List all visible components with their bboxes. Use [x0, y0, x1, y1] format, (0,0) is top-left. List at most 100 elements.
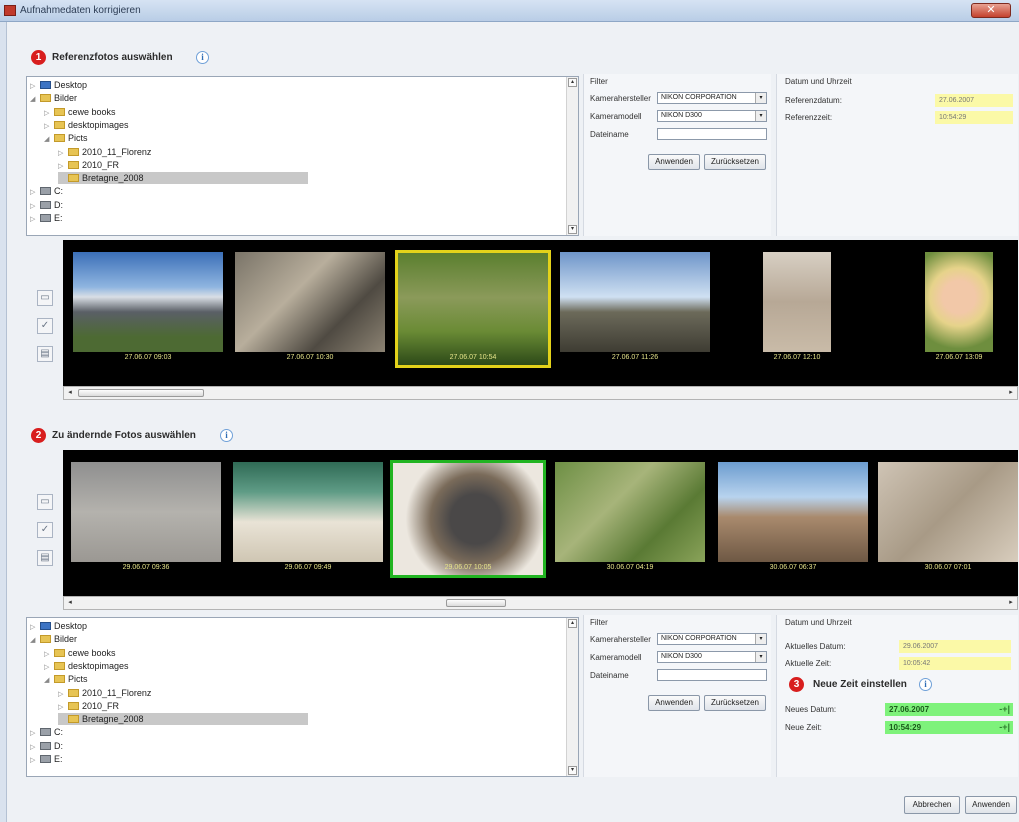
tree-item[interactable]: ◢ Bilder [30, 92, 77, 104]
expander-icon[interactable]: ▷ [44, 108, 54, 120]
dropdown-arrow-icon[interactable]: ▾ [755, 111, 766, 121]
tree-item[interactable]: ▷ D: [30, 199, 63, 211]
expander-icon[interactable]: ▷ [44, 121, 54, 133]
camera-maker-select[interactable]: NIKON CORPORATION ▾ [657, 633, 767, 645]
tree-item[interactable]: ◢ Bilder [30, 633, 77, 645]
info-icon[interactable]: i [919, 678, 932, 691]
tree-item[interactable]: ▷ E: [30, 212, 63, 224]
expander-icon[interactable]: ▷ [30, 214, 40, 226]
document-tool-icon[interactable]: ▤ [37, 346, 53, 362]
coast-photo[interactable] [560, 252, 710, 352]
tree-item[interactable]: Bretagne_2008 [58, 713, 308, 726]
document-tool-icon[interactable]: ▤ [37, 550, 53, 566]
expander-icon[interactable]: ◢ [30, 94, 40, 106]
expander-icon[interactable]: ▷ [30, 728, 40, 740]
tree-item[interactable]: ▷ C: [30, 726, 63, 738]
scroll-down-icon[interactable]: ▾ [568, 225, 577, 234]
tree-item[interactable]: ▷ 2010_FR [58, 700, 119, 712]
expander-icon[interactable]: ▷ [30, 81, 40, 93]
expander-icon[interactable]: ◢ [44, 134, 54, 146]
tree-item[interactable]: ▷ Desktop [30, 620, 87, 632]
folder-tool-icon[interactable]: ▭ [37, 290, 53, 306]
folder-tool-icon[interactable]: ▭ [37, 494, 53, 510]
girl-beach-photo[interactable] [763, 252, 831, 352]
expander-icon[interactable]: ◢ [44, 675, 54, 687]
expander-icon[interactable]: ▷ [30, 755, 40, 767]
expander-icon[interactable]: ▷ [58, 161, 68, 173]
camera-maker-select[interactable]: NIKON CORPORATION ▾ [657, 92, 767, 104]
new-time-input[interactable]: 10:54:29 -+| [885, 721, 1013, 734]
tree-item[interactable]: ◢ Picts [44, 132, 88, 144]
cancel-button[interactable]: Abbrechen [904, 796, 960, 814]
change-strip-scrollbar[interactable]: ◂ ▸ [63, 596, 1018, 610]
tree-item[interactable]: ▷ 2010_FR [58, 159, 119, 171]
tree-item[interactable]: ▷ desktopimages [44, 119, 129, 131]
expander-icon[interactable]: ▷ [58, 702, 68, 714]
reset-filter-button[interactable]: Zurücksetzen [704, 154, 766, 170]
expander-icon[interactable]: ▷ [30, 742, 40, 754]
rocks-photo[interactable] [235, 252, 385, 352]
folder-tree-change[interactable]: ▴ ▾ ▷ Desktop ◢ Bilder ▷ cewe books ▷ desktopim… [26, 617, 579, 777]
expander-icon[interactable]: ▷ [30, 201, 40, 213]
scroll-left-icon[interactable]: ◂ [65, 388, 75, 398]
tree-item[interactable]: ▷ desktopimages [44, 660, 129, 672]
tree-item[interactable]: ▷ cewe books [44, 647, 116, 659]
scroll-right-icon[interactable]: ▸ [1006, 598, 1016, 608]
dropdown-arrow-icon[interactable]: ▾ [755, 652, 766, 662]
reference-strip-scrollbar[interactable]: ◂ ▸ [63, 386, 1018, 400]
check-tool-icon[interactable]: ✓ [37, 522, 53, 538]
apply-button[interactable]: Anwenden [965, 796, 1017, 814]
scroll-up-icon[interactable]: ▴ [568, 619, 577, 628]
filename-input[interactable] [657, 128, 767, 140]
tree-item[interactable]: ◢ Picts [44, 673, 88, 685]
expander-icon[interactable]: ▷ [30, 187, 40, 199]
grass-photo[interactable] [555, 462, 705, 562]
folder-tree-reference[interactable]: ▴ ▾ ▷ Desktop ◢ Bilder ▷ cewe books ▷ desktopim… [26, 76, 579, 236]
house-photo[interactable] [73, 252, 223, 352]
scroll-right-icon[interactable]: ▸ [1006, 388, 1016, 398]
tree-item[interactable]: ▷ D: [30, 740, 63, 752]
scroll-thumb[interactable] [446, 599, 506, 607]
tree-item[interactable]: ▷ 2010_11_Florenz [58, 687, 151, 699]
seaweed-sand-photo[interactable] [878, 462, 1018, 562]
camera-model-select[interactable]: NIKON D300 ▾ [657, 651, 767, 663]
expander-icon[interactable]: ▷ [44, 662, 54, 674]
dropdown-arrow-icon[interactable]: ▾ [755, 93, 766, 103]
rock-kids-photo[interactable] [718, 462, 868, 562]
reset-filter-button[interactable]: Zurücksetzen [704, 695, 766, 711]
check-tool-icon[interactable]: ✓ [37, 318, 53, 334]
filename-input[interactable] [657, 669, 767, 681]
date-spinner-icon[interactable]: -+| [999, 703, 1010, 716]
time-spinner-icon[interactable]: -+| [999, 721, 1010, 734]
tree-scrollbar[interactable]: ▴ ▾ [566, 77, 578, 235]
expander-icon[interactable]: ◢ [30, 635, 40, 647]
close-button[interactable]: ✕ [971, 3, 1011, 18]
expander-icon[interactable]: ▷ [58, 689, 68, 701]
tree-item[interactable]: ▷ 2010_11_Florenz [58, 146, 151, 158]
scroll-up-icon[interactable]: ▴ [568, 78, 577, 87]
seaweed-closeup-photo[interactable] [390, 460, 546, 578]
expander-icon[interactable]: ▷ [58, 148, 68, 160]
tree-scrollbar[interactable]: ▴ ▾ [566, 618, 578, 776]
info-icon[interactable]: i [196, 51, 209, 64]
girl-portrait-photo[interactable] [925, 252, 993, 352]
apply-filter-button[interactable]: Anwenden [648, 695, 700, 711]
scroll-thumb[interactable] [78, 389, 204, 397]
expander-icon[interactable]: ▷ [30, 622, 40, 634]
tree-item[interactable]: ▷ E: [30, 753, 63, 765]
tree-item[interactable]: ▷ Desktop [30, 79, 87, 91]
kids-beach-photo[interactable] [233, 462, 383, 562]
tree-item[interactable]: ▷ C: [30, 185, 63, 197]
feet-photo[interactable] [71, 462, 221, 562]
camera-model-select[interactable]: NIKON D300 ▾ [657, 110, 767, 122]
expander-icon[interactable]: ▷ [44, 649, 54, 661]
new-date-input[interactable]: 27.06.2007 -+| [885, 703, 1013, 716]
dropdown-arrow-icon[interactable]: ▾ [755, 634, 766, 644]
apply-filter-button[interactable]: Anwenden [648, 154, 700, 170]
tree-item[interactable]: Bretagne_2008 [58, 172, 308, 185]
scroll-down-icon[interactable]: ▾ [568, 766, 577, 775]
tree-item[interactable]: ▷ cewe books [44, 106, 116, 118]
info-icon[interactable]: i [220, 429, 233, 442]
garden-cottage-photo[interactable] [395, 250, 551, 368]
scroll-left-icon[interactable]: ◂ [65, 598, 75, 608]
